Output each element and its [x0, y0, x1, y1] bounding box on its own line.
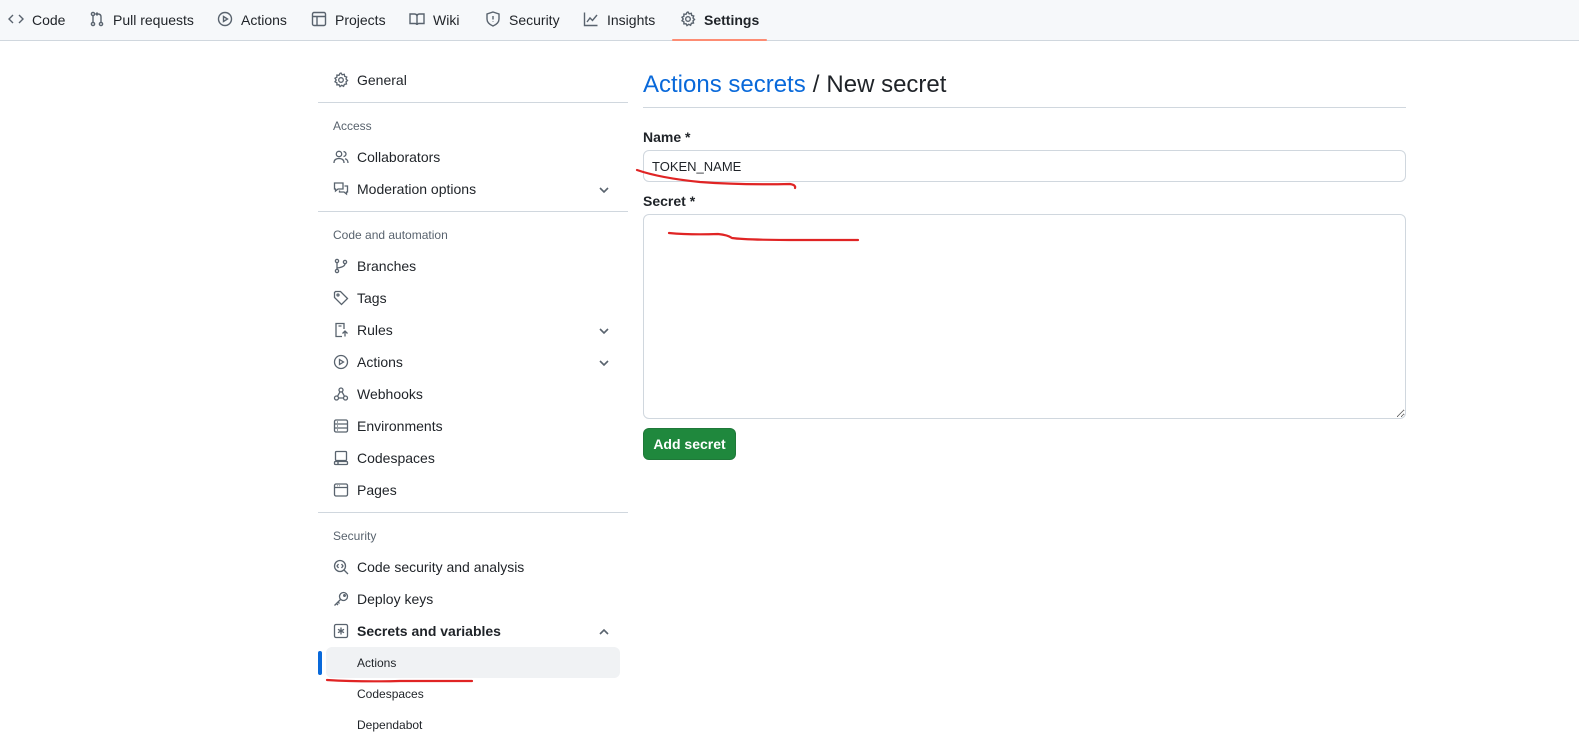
repo-push-icon — [333, 322, 349, 338]
sidebar-subitem-codespaces[interactable]: Codespaces — [326, 678, 620, 709]
asterisk-icon — [333, 623, 349, 639]
play-icon — [217, 11, 233, 30]
tab-security[interactable]: Security — [485, 0, 560, 40]
breadcrumb-actions-secrets[interactable]: Actions secrets — [643, 71, 806, 99]
browser-icon — [333, 482, 349, 498]
tab-label: Projects — [335, 12, 386, 28]
sidebar-item-actions[interactable]: Actions — [318, 346, 628, 378]
page-title: Actions secrets / New secret — [643, 64, 1406, 108]
tab-label: Pull requests — [113, 12, 194, 28]
tab-actions[interactable]: Actions — [217, 0, 287, 40]
sidebar-item-codespaces[interactable]: Codespaces — [318, 442, 628, 474]
sidebar-item-general[interactable]: General — [318, 64, 628, 96]
secret-value-textarea[interactable] — [643, 214, 1406, 419]
tab-projects[interactable]: Projects — [311, 0, 386, 40]
name-label: Name * — [643, 129, 691, 145]
codescan-icon — [333, 559, 349, 575]
sidebar-subitem-label: Dependabot — [357, 717, 423, 732]
tab-pull-requests[interactable]: Pull requests — [89, 0, 194, 40]
comment-discussion-icon — [333, 181, 349, 197]
gear-icon — [680, 10, 696, 30]
tab-insights[interactable]: Insights — [583, 0, 655, 40]
sidebar-divider — [318, 211, 628, 212]
repo-nav: Code Pull requests Actions Projects Wiki… — [0, 0, 1579, 41]
sidebar-item-label: Code security and analysis — [357, 559, 525, 575]
sidebar-item-label: Actions — [357, 354, 403, 370]
chevron-down-icon[interactable] — [598, 356, 610, 368]
git-pull-request-icon — [89, 11, 105, 30]
sidebar-item-environments[interactable]: Environments — [318, 410, 628, 442]
key-icon — [333, 591, 349, 607]
graph-icon — [583, 11, 599, 30]
server-icon — [333, 418, 349, 434]
sidebar-item-label: Collaborators — [357, 149, 441, 165]
sidebar-subitem-dependabot[interactable]: Dependabot — [326, 709, 620, 740]
sidebar-item-branches[interactable]: Branches — [318, 250, 628, 282]
sidebar-item-rules[interactable]: Rules — [318, 314, 628, 346]
sidebar-item-deploy-keys[interactable]: Deploy keys — [318, 583, 628, 615]
codespaces-icon — [333, 450, 349, 466]
sidebar-item-label: Webhooks — [357, 386, 423, 402]
sidebar-subitem-actions[interactable]: Actions — [318, 647, 620, 678]
sidebar-item-label: Secrets and variables — [357, 623, 501, 639]
sidebar-item-pages[interactable]: Pages — [318, 474, 628, 506]
sidebar-heading-security: Security — [333, 529, 377, 543]
code-icon — [8, 11, 24, 30]
tab-code[interactable]: Code — [8, 0, 65, 40]
sidebar-item-label: Moderation options — [357, 181, 477, 197]
sidebar-subitem-label: Codespaces — [357, 686, 424, 701]
chevron-down-icon[interactable] — [598, 324, 610, 336]
chevron-down-icon[interactable] — [598, 183, 610, 195]
settings-sidebar: General Access Collaborators Moderation … — [318, 64, 628, 740]
sidebar-item-label: Rules — [357, 322, 393, 338]
sidebar-heading-code-automation: Code and automation — [333, 228, 448, 242]
tab-label: Code — [32, 12, 66, 28]
tab-label: Actions — [241, 12, 287, 28]
secret-label: Secret * — [643, 193, 696, 209]
sidebar-item-label: Deploy keys — [357, 591, 434, 607]
table-icon — [311, 11, 327, 30]
sidebar-divider — [318, 512, 628, 513]
page-title-text: New secret — [826, 70, 947, 98]
play-icon — [333, 354, 349, 370]
tab-label: Insights — [607, 12, 656, 28]
book-icon — [409, 11, 425, 30]
tab-settings[interactable]: Settings — [671, 0, 768, 41]
tag-icon — [333, 290, 349, 306]
sidebar-item-secrets-variables[interactable]: Secrets and variables — [318, 615, 628, 647]
sidebar-item-webhooks[interactable]: Webhooks — [318, 378, 628, 410]
tab-label: Wiki — [433, 12, 460, 28]
sidebar-item-label: General — [357, 72, 407, 88]
people-icon — [333, 149, 349, 165]
breadcrumb-separator: / — [812, 70, 820, 98]
gear-icon — [333, 72, 349, 88]
sidebar-item-moderation[interactable]: Moderation options — [318, 173, 628, 205]
add-secret-button[interactable]: Add secret — [643, 428, 736, 460]
tab-label: Settings — [704, 12, 760, 28]
sidebar-subitem-label: Actions — [357, 655, 397, 670]
secret-name-input[interactable] — [643, 150, 1406, 182]
sidebar-item-code-security[interactable]: Code security and analysis — [318, 551, 628, 583]
sidebar-item-collaborators[interactable]: Collaborators — [318, 141, 628, 173]
sidebar-item-tags[interactable]: Tags — [318, 282, 628, 314]
sidebar-item-label: Environments — [357, 418, 443, 434]
tab-wiki[interactable]: Wiki — [409, 0, 459, 40]
main-content: Actions secrets / New secret Name * Secr… — [643, 64, 1406, 460]
sidebar-item-label: Codespaces — [357, 450, 435, 466]
sidebar-heading-access: Access — [333, 119, 372, 133]
webhook-icon — [333, 386, 349, 402]
sidebar-divider — [318, 102, 628, 103]
sidebar-item-label: Branches — [357, 258, 417, 274]
chevron-up-icon[interactable] — [598, 625, 610, 637]
sidebar-item-label: Tags — [357, 290, 387, 306]
shield-icon — [485, 10, 501, 30]
git-branch-icon — [333, 258, 349, 274]
sidebar-item-label: Pages — [357, 482, 397, 498]
tab-label: Security — [509, 12, 560, 28]
